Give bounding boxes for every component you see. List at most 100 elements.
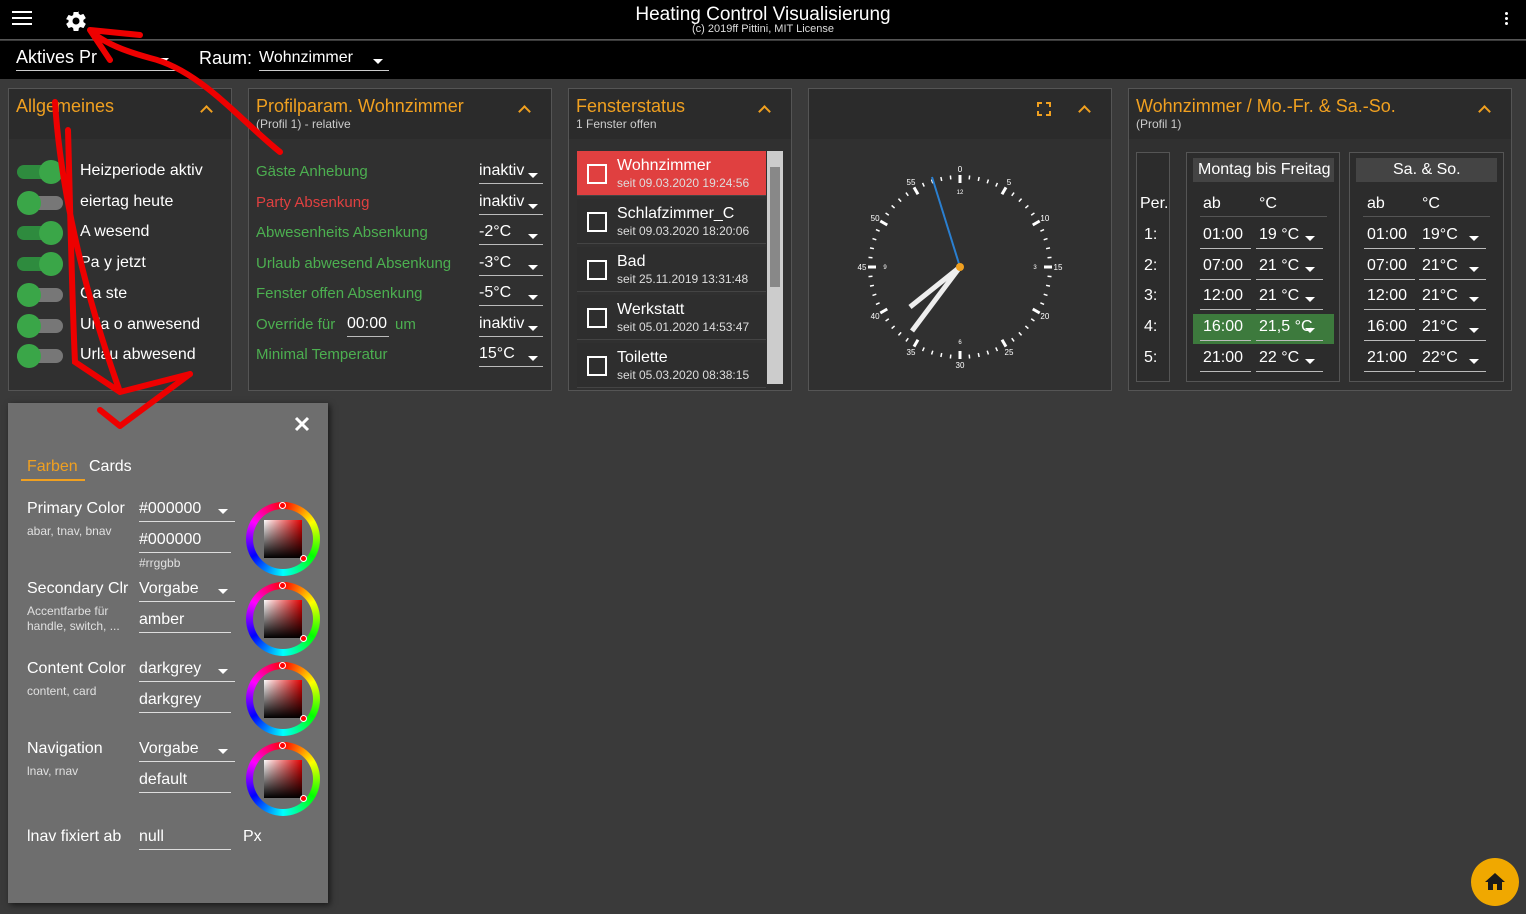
clock-hour-label: 6 — [958, 340, 962, 346]
card-subtitle: 1 Fenster offen — [576, 117, 657, 131]
toggle-knob — [39, 160, 63, 184]
secondary-color-wheel[interactable] — [246, 582, 320, 656]
toggle-label: A wesend — [80, 223, 150, 241]
primary-color-hint: #rrggbb — [139, 556, 181, 570]
chevron-down-icon — [1469, 266, 1479, 272]
weekday-temp-select[interactable]: 19 °C — [1259, 226, 1299, 244]
toggle-switch[interactable] — [17, 252, 63, 277]
navigation-color-wheel[interactable] — [246, 742, 320, 816]
analog-clock: 0 5 10 15 20 25 30 35 40 45 50 55 12 3 6 9 — [858, 165, 1063, 370]
weekend-time-input[interactable]: 12:00 — [1367, 287, 1407, 305]
window-list-item[interactable]: Werkstatt seit 05.01.2020 14:53:47 — [577, 295, 766, 340]
tab-indicator — [21, 479, 85, 481]
weekend-temp-select[interactable]: 19°C — [1422, 226, 1458, 244]
lnav-input[interactable]: null — [139, 828, 231, 850]
toggle-switch[interactable] — [17, 313, 63, 338]
lnav-label: lnav fixiert ab — [27, 828, 122, 845]
weekday-temp-select[interactable]: 22 °C — [1259, 349, 1299, 367]
weekend-temp-select[interactable]: 21°C — [1422, 257, 1458, 275]
primary-color-input[interactable]: #000000 — [139, 531, 231, 553]
chevron-down-icon — [373, 59, 383, 64]
clock-tick — [897, 198, 902, 203]
chevron-down-icon — [1469, 328, 1479, 334]
clock-tick — [1018, 331, 1023, 336]
weekend-temp-select[interactable]: 22°C — [1422, 349, 1458, 367]
clock-tick — [1000, 338, 1008, 348]
toggle-label: Ga ste — [80, 284, 128, 302]
window-list-item[interactable]: Wohnzimmer seit 09.03.2020 19:24:56 — [577, 151, 766, 196]
card-subtitle: (Profil 1) — [1136, 117, 1182, 131]
more-options-icon[interactable] — [1500, 12, 1512, 30]
clock-tick — [897, 331, 902, 336]
period-number: 1: — [1144, 226, 1158, 243]
toggle-switch[interactable] — [17, 221, 63, 246]
clock-tick — [1030, 212, 1035, 216]
window-icon — [587, 260, 607, 280]
window-name: Wohnzimmer — [617, 157, 711, 174]
profile-select[interactable]: Aktives Pr — [16, 47, 176, 71]
navigation-input-value: default — [139, 771, 188, 788]
scrollbar[interactable] — [767, 151, 783, 384]
clock-tick — [986, 179, 990, 184]
chevron-down-icon — [528, 173, 538, 178]
window-icon — [587, 212, 607, 232]
primary-color-wheel[interactable] — [246, 502, 320, 576]
tab-farben[interactable]: Farben — [27, 458, 78, 476]
toggle-switch[interactable] — [17, 344, 63, 369]
room-select[interactable]: Wohnzimmer — [259, 49, 389, 71]
tab-cards[interactable]: Cards — [89, 458, 132, 476]
weekday-col-temp: °C — [1259, 195, 1277, 212]
content-select-value: darkgrey — [139, 660, 202, 677]
clock-minute-label: 15 — [1054, 263, 1063, 272]
weekend-temp-select[interactable]: 21°C — [1422, 318, 1458, 336]
home-button[interactable] — [1471, 858, 1519, 906]
clock-tick — [1031, 219, 1041, 227]
weekday-time-input[interactable]: 12:00 — [1203, 287, 1243, 305]
chevron-down-icon — [1469, 297, 1479, 303]
clock-tick — [921, 182, 925, 187]
clock-tick — [1045, 284, 1051, 287]
weekend-col-time: ab — [1367, 195, 1385, 212]
weekend-time-input[interactable]: 01:00 — [1367, 226, 1407, 244]
weekend-time-input[interactable]: 21:00 — [1367, 349, 1407, 367]
weekday-temp-select[interactable]: 21,5 °C — [1259, 318, 1313, 336]
secondary-color-input[interactable]: amber — [139, 611, 231, 633]
clock-minute-label: 50 — [871, 214, 880, 223]
window-since: seit 05.03.2020 08:38:15 — [617, 368, 750, 382]
weekday-time-input[interactable]: 16:00 — [1203, 318, 1243, 336]
toggle-switch[interactable] — [17, 190, 63, 215]
weekday-temp-select[interactable]: 21 °C — [1259, 287, 1299, 305]
clock-tick — [986, 350, 990, 355]
clock-tick — [977, 352, 980, 358]
content-color-wheel[interactable] — [246, 662, 320, 736]
fullscreen-icon[interactable] — [1037, 102, 1051, 116]
clock-minute-label: 0 — [958, 165, 963, 174]
content-color-input[interactable]: darkgrey — [139, 691, 231, 713]
secondary-input-value: amber — [139, 611, 185, 628]
window-list-item[interactable]: Toilette seit 05.03.2020 08:38:15 — [577, 343, 766, 388]
window-list-item[interactable]: Bad seit 25.11.2019 13:31:48 — [577, 247, 766, 292]
clock-tick — [1045, 247, 1051, 250]
card-title: Allgemeines — [16, 96, 115, 116]
override-suffix: um — [395, 315, 416, 333]
close-icon[interactable] — [294, 416, 310, 432]
toggle-knob — [17, 313, 41, 338]
clock-tick — [995, 182, 999, 187]
toggle-switch[interactable] — [17, 282, 63, 307]
toggle-switch[interactable] — [17, 160, 63, 184]
weekend-time-input[interactable]: 16:00 — [1367, 318, 1407, 336]
weekday-time-input[interactable]: 21:00 — [1203, 349, 1243, 367]
weekday-time-input[interactable]: 07:00 — [1203, 257, 1243, 275]
chevron-down-icon — [1305, 297, 1315, 303]
secondary-color-desc: Accentfarbe für — [27, 604, 109, 618]
override-time-input[interactable]: 00:00 — [347, 315, 389, 337]
weekend-time-input[interactable]: 07:00 — [1367, 257, 1407, 275]
toggle-label: Pa y jetzt — [80, 254, 146, 272]
window-list-item[interactable]: Schlafzimmer_C seit 09.03.2020 18:20:06 — [577, 199, 766, 244]
weekday-time-input[interactable]: 01:00 — [1203, 226, 1243, 244]
clock-hour-label: 12 — [957, 190, 964, 196]
navigation-input[interactable]: default — [139, 771, 231, 793]
weekend-col-temp: °C — [1422, 195, 1440, 212]
weekend-temp-select[interactable]: 21°C — [1422, 287, 1458, 305]
weekday-temp-select[interactable]: 21 °C — [1259, 257, 1299, 275]
